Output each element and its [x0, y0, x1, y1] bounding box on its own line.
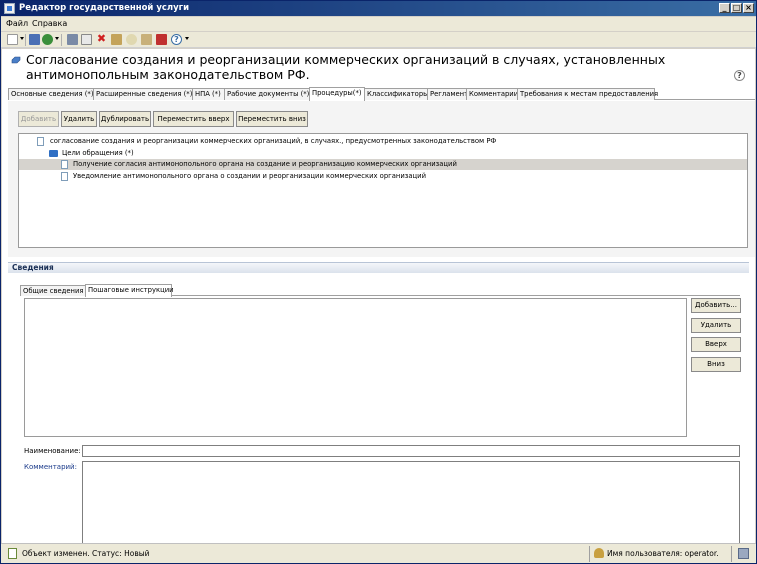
maximize-button[interactable]: □ [731, 3, 742, 13]
add-procedure-button[interactable]: Добавить [18, 111, 59, 127]
add-instruction-button[interactable]: Добавить... [691, 298, 741, 313]
tab-step-instructions[interactable]: Пошаговые инструкции [85, 284, 174, 297]
print-icon[interactable] [67, 34, 78, 45]
folder-icon [49, 150, 58, 157]
preview-icon[interactable] [81, 34, 92, 45]
editor-window: Редактор государственной услуги _ □ × Фа… [0, 0, 757, 564]
procedures-tree[interactable]: согласование создания и реорганизации ко… [18, 133, 748, 248]
paste-icon[interactable] [141, 34, 152, 45]
tree-item-label: Уведомление антимонопольного органа о со… [73, 172, 426, 180]
delete-icon[interactable]: ✖ [96, 33, 107, 45]
copy-icon[interactable] [111, 34, 122, 45]
title-bar: Редактор государственной услуги _ □ × [1, 1, 756, 16]
move-instruction-down-button[interactable]: Вниз [691, 357, 741, 372]
refresh-icon[interactable] [42, 34, 53, 45]
help-icon[interactable]: ? [734, 70, 745, 81]
tab-strip: Основные сведения (*) Расширенные сведен… [8, 87, 755, 101]
toolbar: ✖ ? [1, 32, 756, 48]
toolbar-separator [61, 34, 62, 46]
tab-comments[interactable]: Комментарии [466, 88, 518, 100]
status-divider [589, 546, 590, 562]
window-title: Редактор государственной услуги [19, 3, 190, 13]
move-down-button[interactable]: Переместить вниз [236, 111, 308, 127]
toolbar-separator [25, 34, 26, 46]
search-icon[interactable] [126, 34, 137, 45]
tab-regulations[interactable]: Регламент [427, 88, 468, 100]
document-icon [61, 160, 68, 169]
procedures-panel: Добавить Удалить Дублировать Переместить… [8, 101, 755, 257]
move-instruction-up-button[interactable]: Вверх [691, 337, 741, 352]
chevron-down-icon[interactable] [20, 37, 24, 40]
menu-help[interactable]: Справка [32, 18, 67, 30]
duplicate-procedure-button[interactable]: Дублировать [99, 111, 151, 127]
document-icon [37, 137, 44, 146]
menu-file[interactable]: Файл [6, 18, 28, 30]
editor-panel: Согласование создания и реорганизации ко… [2, 49, 755, 543]
status-divider [731, 546, 732, 562]
tab-basic-info[interactable]: Основные сведения (*) [8, 88, 94, 100]
tree-item-label: Получение согласия антимонопольного орга… [73, 160, 457, 168]
name-label: Наименование: [24, 447, 81, 455]
tree-group-label: Цели обращения (*) [62, 149, 134, 157]
details-tab-strip: Общие сведения Пошаговые инструкции [20, 284, 740, 297]
lock-icon [738, 548, 749, 559]
tree-item-selected[interactable]: Получение согласия антимонопольного орга… [19, 159, 747, 170]
tab-npa[interactable]: НПА (*) [192, 88, 225, 100]
service-icon [11, 56, 21, 64]
app-icon [4, 3, 15, 14]
tab-place-requirements[interactable]: Требования к местам предоставления [517, 88, 658, 100]
chevron-down-icon[interactable] [185, 37, 189, 40]
page-title: Согласование создания и реорганизации ко… [26, 52, 666, 82]
document-icon [61, 172, 68, 181]
help-icon[interactable]: ? [171, 34, 182, 45]
status-message: Объект изменен. Статус: Новый [22, 549, 150, 558]
tab-procedures[interactable]: Процедуры(*) [309, 87, 365, 101]
name-field[interactable] [82, 445, 740, 457]
status-bar: Объект изменен. Статус: Новый Имя пользо… [1, 543, 756, 563]
move-up-button[interactable]: Переместить вверх [153, 111, 234, 127]
status-user: Имя пользователя: operator. [607, 549, 719, 558]
delete-instruction-button[interactable]: Удалить [691, 318, 741, 333]
save-icon[interactable] [29, 34, 40, 45]
close-button[interactable]: × [743, 3, 754, 13]
tab-working-docs[interactable]: Рабочие документы (*) [224, 88, 310, 100]
delete-procedure-button[interactable]: Удалить [61, 111, 97, 127]
user-icon [594, 548, 604, 558]
comment-field[interactable] [82, 461, 740, 543]
tab-classifiers[interactable]: Классификаторы [364, 88, 429, 100]
export-icon[interactable] [156, 34, 167, 45]
details-section-header: Сведения [8, 262, 749, 273]
minimize-button[interactable]: _ [719, 3, 730, 13]
new-icon[interactable] [7, 34, 18, 45]
menu-bar: Файл Справка [1, 17, 756, 31]
chevron-down-icon[interactable] [55, 37, 59, 40]
comment-label: Комментарий: [24, 463, 77, 471]
tab-extended-info[interactable]: Расширенные сведения (*) [93, 88, 193, 100]
instructions-list[interactable] [24, 298, 687, 437]
tab-general-info[interactable]: Общие сведения [20, 285, 86, 296]
edit-status-icon [8, 548, 17, 559]
tree-root-label: согласование создания и реорганизации ко… [50, 137, 497, 145]
